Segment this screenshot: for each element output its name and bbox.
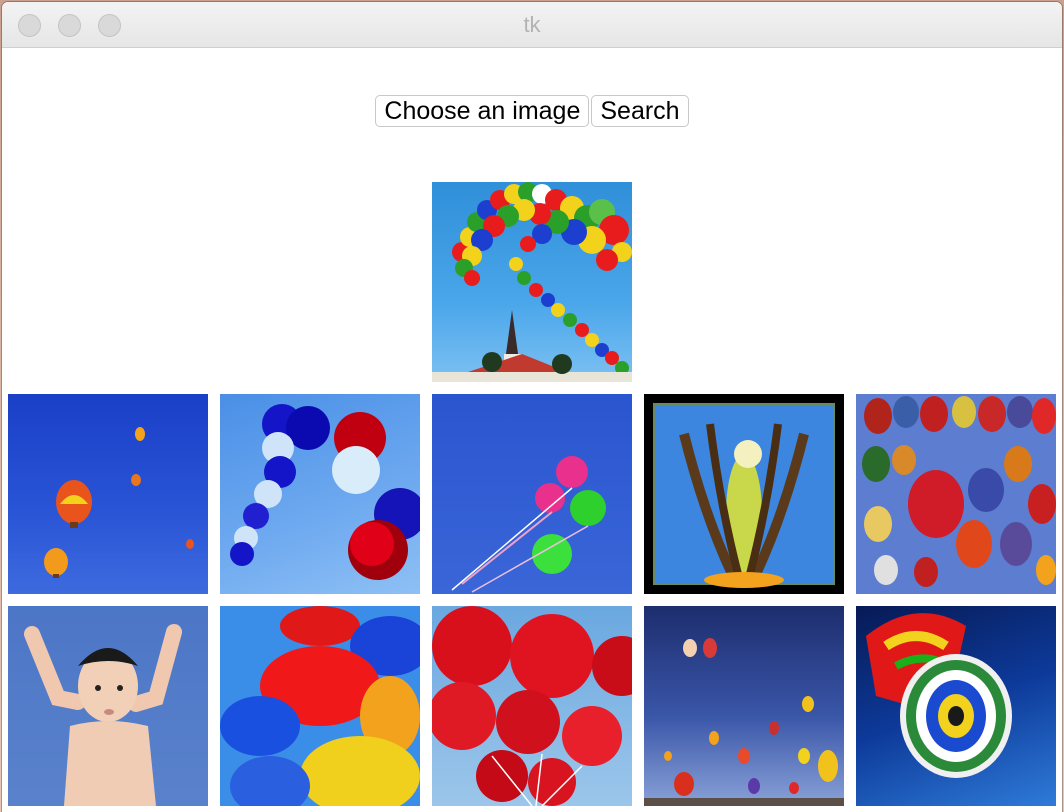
window-title: tk [523, 12, 541, 37]
result-image-4[interactable] [644, 394, 844, 594]
toolbar: Choose an image Search [2, 95, 1062, 127]
result-image-2[interactable] [220, 394, 420, 594]
result-image-8[interactable] [432, 606, 632, 806]
result-image-7[interactable] [220, 606, 420, 806]
result-image-6[interactable] [8, 606, 208, 806]
result-image-10[interactable] [856, 606, 1056, 806]
choose-image-button[interactable]: Choose an image [375, 95, 590, 127]
result-image-5[interactable] [856, 394, 1056, 594]
query-image [432, 182, 632, 382]
app-window: tk Choose an image Search [2, 2, 1062, 812]
result-image-3[interactable] [432, 394, 632, 594]
balloon-arch-picture [432, 182, 632, 382]
title-bar[interactable]: tk [2, 2, 1062, 48]
result-image-1[interactable] [8, 394, 208, 594]
search-button[interactable]: Search [591, 95, 689, 127]
result-image-9[interactable] [644, 606, 844, 806]
